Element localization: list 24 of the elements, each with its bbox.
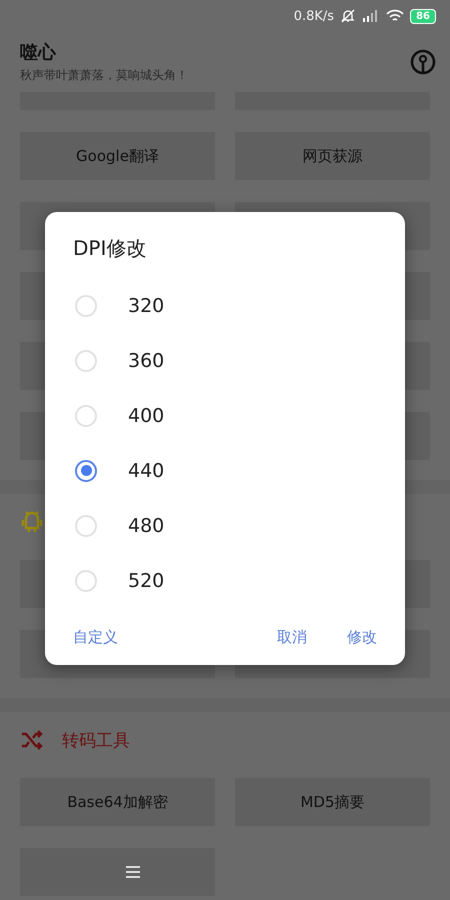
option-label: 400 bbox=[128, 404, 164, 426]
app-title: 噬心 bbox=[20, 41, 58, 64]
tool-card[interactable]: Google翻译 bbox=[20, 132, 215, 180]
option-label: 360 bbox=[128, 350, 164, 372]
network-speed: 0.8K/s bbox=[294, 8, 334, 24]
menu-icon[interactable] bbox=[126, 866, 140, 878]
radio-button[interactable] bbox=[75, 460, 97, 482]
section-title: 转码工具 bbox=[62, 730, 130, 752]
battery-level: 86 bbox=[410, 8, 436, 24]
tool-card[interactable]: 网页获源 bbox=[235, 132, 430, 180]
option-label: 480 bbox=[128, 514, 164, 536]
tool-card[interactable]: Base64加解密 bbox=[20, 778, 215, 826]
tool-card[interactable]: MD5摘要 bbox=[235, 778, 430, 826]
dialog-title: DPI修改 bbox=[73, 235, 148, 262]
option-label: 320 bbox=[128, 294, 164, 316]
option-label: 520 bbox=[128, 570, 164, 592]
wifi-icon bbox=[386, 9, 404, 23]
custom-button[interactable]: 自定义 bbox=[73, 622, 118, 653]
option-label: 440 bbox=[128, 460, 164, 482]
dialog-button[interactable]: 修改 bbox=[347, 622, 377, 653]
dialog-button[interactable]: 取消 bbox=[277, 622, 307, 653]
app-subtitle: 秋声带叶萧萧落，莫响城头角！ bbox=[20, 67, 189, 84]
info-icon[interactable] bbox=[410, 49, 436, 75]
bell-off-icon bbox=[340, 8, 356, 24]
